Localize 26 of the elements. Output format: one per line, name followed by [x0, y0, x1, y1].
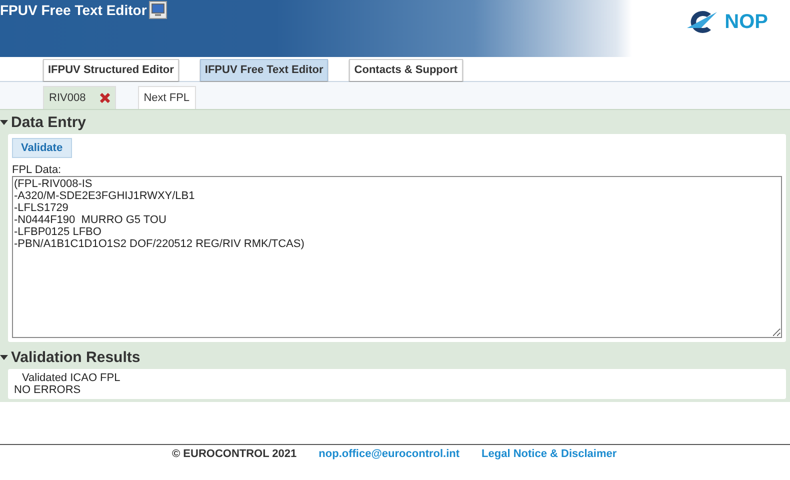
legal-link[interactable]: Legal Notice & Disclaimer [482, 448, 617, 460]
app-title: FPUV Free Text Editor [0, 1, 147, 20]
section-title: Data Entry [11, 114, 86, 130]
result-heading: Validated ICAO FPL [21, 372, 122, 384]
document-tab[interactable]: RIV008 [43, 86, 116, 109]
email-link[interactable]: nop.office@eurocontrol.int [318, 448, 460, 460]
monitor-icon[interactable] [148, 1, 167, 19]
section-header[interactable]: Validation Results [0, 345, 786, 369]
nav-tab[interactable]: Contacts & Support [349, 59, 463, 81]
result-message: NO ERRORS [14, 384, 82, 396]
validate-button[interactable]: Validate [12, 138, 72, 158]
nav-tab[interactable]: IFPUV Structured Editor [43, 59, 179, 81]
section-title: Validation Results [11, 348, 140, 366]
logo-text: NOP [724, 10, 768, 34]
copyright-text: © EUROCONTROL 2021 [172, 448, 297, 460]
tab-label: RIV008 [49, 92, 86, 104]
tab-label: Next FPL [144, 92, 190, 104]
field-label: FPL Data: [12, 164, 62, 176]
logo-icon [684, 8, 719, 36]
collapse-icon[interactable] [0, 353, 8, 361]
close-icon[interactable] [100, 93, 110, 103]
fpl-text-area[interactable]: (FPL-RIV008-IS -A320/M-SDE2E3FGHIJ1RWXY/LB1 -LFLS1729 -N0444F190 MURRO G5 TOU -LFBP0125 LFBO -PBN/A1B1C1D1O1S2 DOF/220512 REG/RIV RMK/TCAS) [12, 176, 782, 338]
section-header[interactable]: Data Entry [0, 110, 786, 134]
collapse-icon[interactable] [0, 118, 8, 126]
document-tab[interactable]: Next FPL [138, 86, 196, 109]
nav-tab[interactable]: IFPUV Free Text Editor [200, 59, 328, 81]
